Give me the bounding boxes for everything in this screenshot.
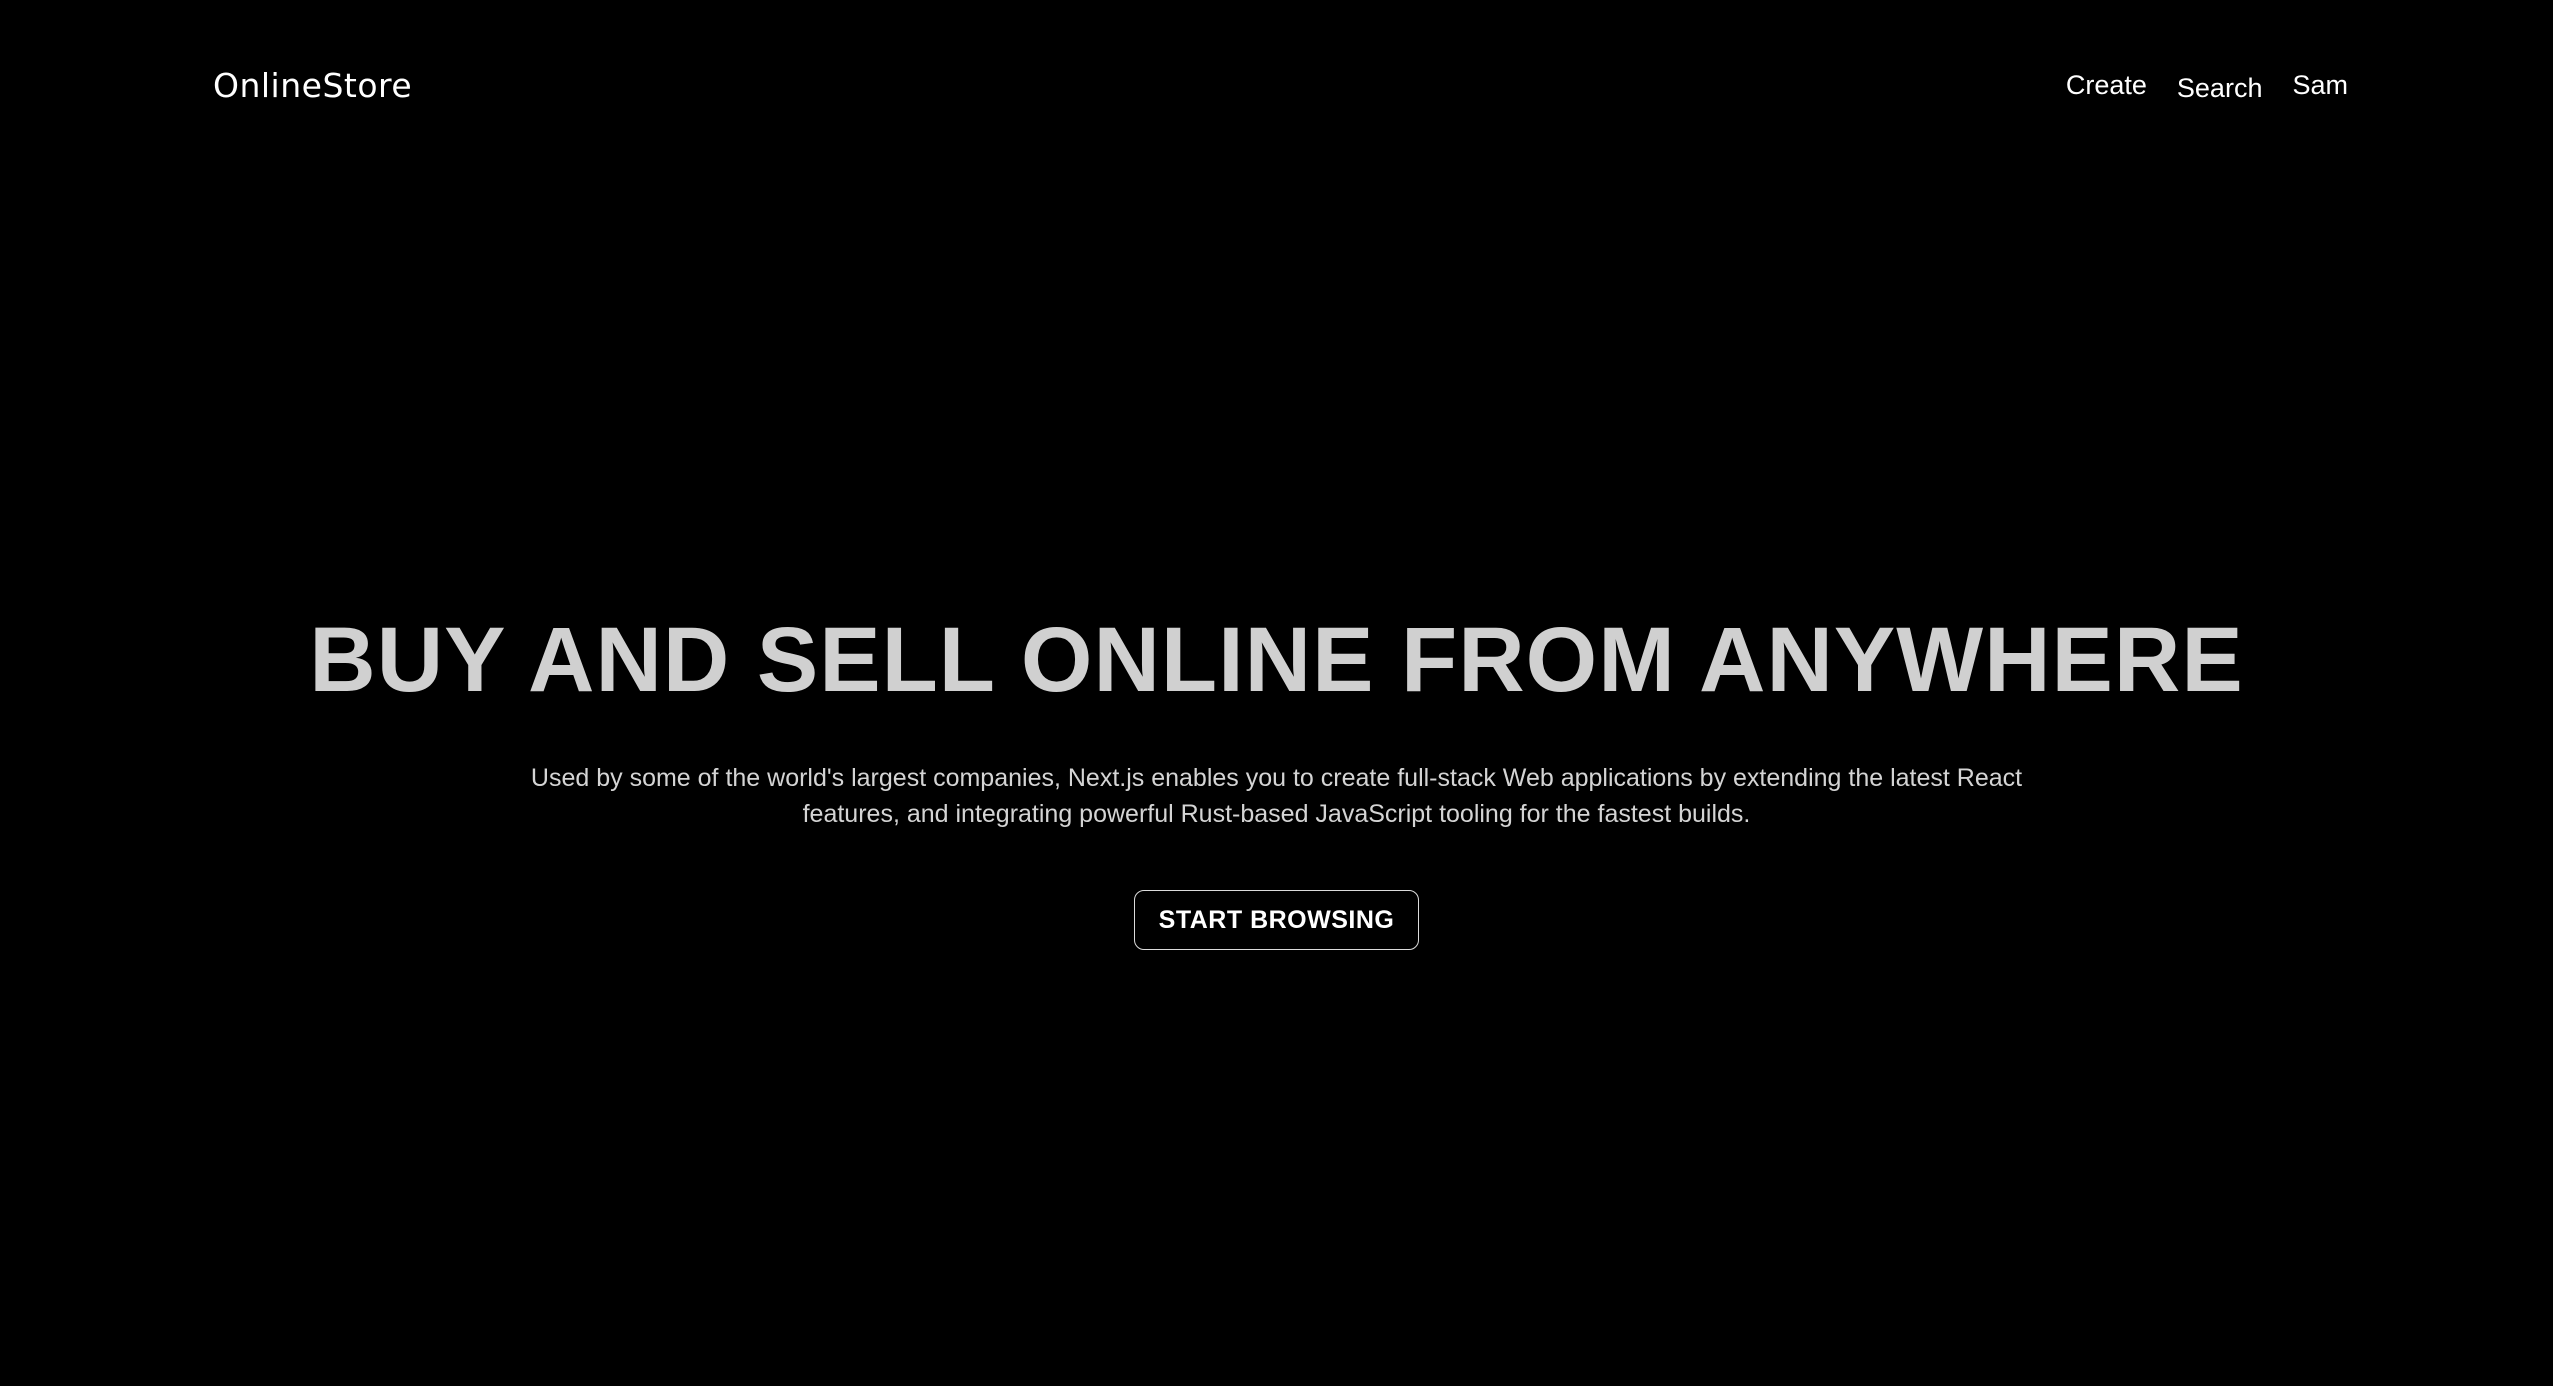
nav-create-link[interactable]: Create (2066, 70, 2147, 101)
start-browsing-button[interactable]: START BROWSING (1133, 890, 1420, 950)
page: OnlineStore Create Search Sam BUY AND SE… (0, 0, 2553, 1386)
logo-link[interactable]: OnlineStore (213, 66, 412, 105)
hero-subtitle: Used by some of the world's largest comp… (530, 764, 2023, 828)
hero-title: BUY AND SELL ONLINE FROM ANYWHERE (309, 609, 2244, 711)
nav-search-link[interactable]: Search (2177, 73, 2263, 104)
main-nav: Create Search Sam (2066, 70, 2348, 104)
site-header: OnlineStore Create Search Sam (0, 0, 2553, 180)
nav-user-link[interactable]: Sam (2292, 70, 2348, 101)
hero-section: BUY AND SELL ONLINE FROM ANYWHERE Used b… (0, 600, 2553, 950)
